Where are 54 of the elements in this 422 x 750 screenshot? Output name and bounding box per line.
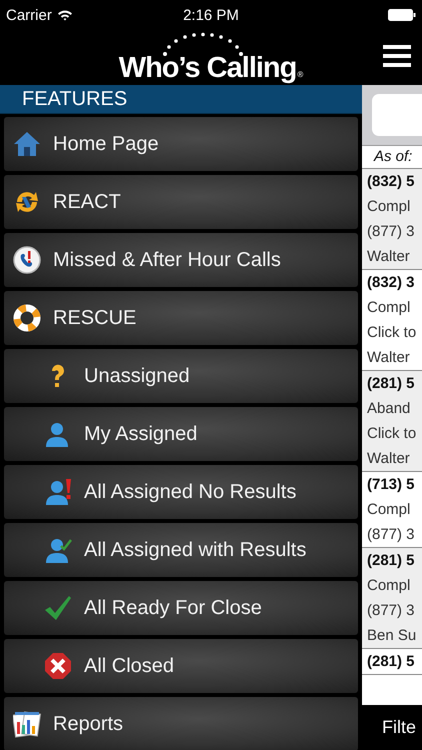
call-detail: Walter [367, 247, 411, 267]
house-icon [13, 130, 41, 158]
menu-item[interactable]: All Assigned No Results [4, 465, 358, 519]
clock-time: 2:16 PM [183, 6, 239, 24]
call-detail: Compl [367, 197, 412, 217]
call-entry[interactable]: (281) 5 Compl (877) 3 Ben Su [362, 548, 422, 649]
phone-number: (281) 5 [367, 652, 416, 672]
call-detail: Click to [367, 424, 418, 444]
app-logo: Who’s Calling [118, 54, 296, 83]
phone-number: (713) 5 [367, 475, 416, 495]
call-entry[interactable]: (832) 5 Compl (877) 3 Walter [362, 169, 422, 270]
call-detail: Aband [367, 399, 412, 419]
phone-number: (281) 5 [367, 551, 416, 571]
call-detail: Walter [367, 449, 411, 469]
carrier-name: Carrier [6, 6, 52, 24]
phone-number: (281) 5 [367, 374, 416, 394]
menu-item[interactable]: Missed & After Hour Calls [4, 233, 358, 287]
lifebuoy-icon [13, 304, 41, 332]
menu-item[interactable]: All Assigned with Results [4, 523, 358, 577]
call-detail: Walter [367, 348, 411, 368]
call-detail: Compl [367, 298, 412, 318]
battery-icon [388, 9, 416, 21]
report-cards-icon [13, 710, 41, 738]
menu-icon [383, 44, 411, 68]
call-detail: Compl [367, 500, 412, 520]
call-detail: (877) 3 [367, 525, 416, 545]
x-mark-icon [44, 652, 72, 680]
menu-item[interactable]: RESCUE [4, 291, 358, 345]
features-header: FEATURES [0, 85, 362, 114]
registered-mark: ® [297, 70, 304, 79]
call-detail: Click to [367, 323, 418, 343]
call-detail: Compl [367, 576, 412, 596]
menu-button[interactable] [383, 44, 411, 68]
call-detail: Ben Su [367, 626, 418, 646]
call-detail: (877) 3 [367, 222, 416, 242]
menu-item[interactable]: Unassigned [4, 349, 358, 403]
wifi-icon [56, 9, 73, 21]
menu-item[interactable]: All Ready For Close [4, 581, 358, 635]
menu-item[interactable]: Reports [4, 697, 358, 750]
check-icon [44, 594, 72, 622]
person-alert-icon [44, 478, 72, 506]
person-check-icon [44, 536, 72, 564]
as-of-label: As of: [362, 145, 422, 169]
menu-item[interactable]: All Closed [4, 639, 358, 693]
menu-item[interactable]: My Assigned [4, 407, 358, 461]
menu-item[interactable]: Home Page [4, 117, 358, 171]
phone-number: (832) 5 [367, 172, 416, 192]
call-entry[interactable]: (281) 5 Aband Click to Walter [362, 371, 422, 472]
phone-number: (832) 3 [367, 273, 416, 293]
call-detail: (877) 3 [367, 601, 416, 621]
filter-button[interactable]: Filte [362, 705, 422, 750]
call-entry[interactable]: (281) 5 [362, 649, 422, 675]
clock-icon [13, 246, 41, 274]
menu-item[interactable]: REACT [4, 175, 358, 229]
